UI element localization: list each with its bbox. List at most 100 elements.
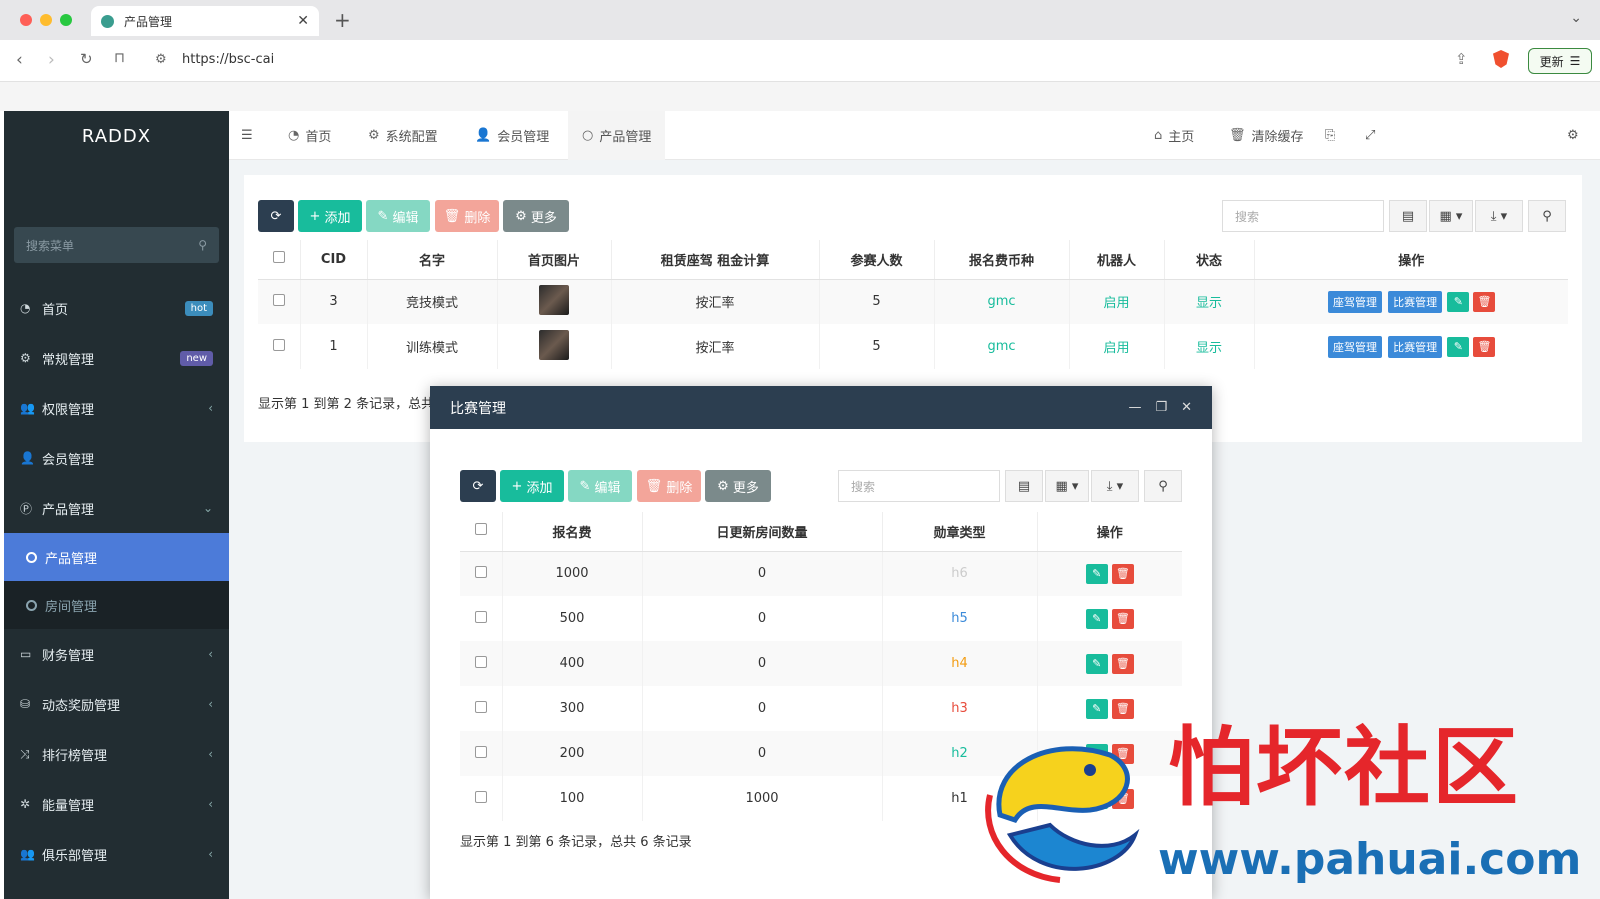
dialog-titlebar[interactable]: 比赛管理 — ❐ ✕ <box>430 386 1212 429</box>
toggle-view-button[interactable]: ▤ <box>1005 470 1043 502</box>
row-checkbox[interactable] <box>460 641 503 686</box>
new-tab-icon[interactable]: + <box>334 8 351 32</box>
edit-row-button[interactable]: ✎ <box>1447 292 1470 313</box>
maximize-window-button[interactable] <box>60 14 72 26</box>
row-checkbox[interactable] <box>460 596 503 641</box>
refresh-button[interactable]: ⟳ <box>258 200 294 232</box>
match-management-button[interactable]: 比赛管理 <box>1388 290 1443 313</box>
add-button[interactable]: + 添加 <box>298 200 362 232</box>
product-thumbnail[interactable] <box>539 284 569 315</box>
language-icon[interactable]: ⎘ <box>1325 111 1335 160</box>
sidebar-subitem-room-management[interactable]: 房间管理 <box>4 581 229 629</box>
delete-row-button[interactable]: 🗑 <box>1111 653 1134 674</box>
toggle-view-button[interactable]: ▤ <box>1389 200 1427 232</box>
search-button[interactable]: ⚲ <box>1144 470 1182 502</box>
export-button[interactable]: ⤓ ▾ <box>1091 470 1139 502</box>
export-button[interactable]: ⤓ ▾ <box>1475 200 1523 232</box>
tab-list-chevron-icon[interactable]: ⌄ <box>1570 10 1582 26</box>
sidebar-toggle-icon[interactable]: ☰ <box>241 111 253 160</box>
tab-product-management[interactable]: ○ 产品管理 <box>568 111 666 160</box>
update-button[interactable]: 更新 ☰ <box>1528 48 1592 74</box>
menu-search-input[interactable]: 搜索菜单 ⚲ <box>14 227 219 263</box>
select-all-checkbox[interactable] <box>460 512 503 552</box>
search-button[interactable]: ⚲ <box>1528 200 1566 232</box>
search-input[interactable]: 搜索 <box>1222 200 1384 232</box>
fullscreen-icon[interactable]: ⤢ <box>1365 111 1375 160</box>
sidebar-item-general[interactable]: ⚙ 常规管理 new <box>4 333 229 383</box>
row-checkbox[interactable] <box>460 551 503 596</box>
col-header[interactable]: CID <box>300 240 368 280</box>
home-link[interactable]: ⌂ 主页 <box>1154 111 1194 160</box>
refresh-button[interactable]: ⟳ <box>460 470 496 502</box>
add-button[interactable]: + 添加 <box>500 470 564 502</box>
sidebar-item-finance[interactable]: ▭ 财务管理 ‹ <box>4 629 229 679</box>
row-checkbox[interactable] <box>258 324 301 369</box>
tab-home[interactable]: ◔ 首页 <box>288 111 331 160</box>
cell-image[interactable] <box>497 324 612 369</box>
col-header[interactable]: 机器人 <box>1069 240 1165 280</box>
minimize-window-button[interactable] <box>40 14 52 26</box>
seat-management-button[interactable]: 座驾管理 <box>1328 290 1383 313</box>
back-icon[interactable]: ‹ <box>16 50 23 70</box>
columns-button[interactable]: ▦ ▾ <box>1429 200 1473 232</box>
row-checkbox[interactable] <box>460 776 503 821</box>
row-checkbox[interactable] <box>460 731 503 776</box>
sidebar-item-energy[interactable]: ✲ 能量管理 ‹ <box>4 779 229 829</box>
col-header[interactable]: 状态 <box>1164 240 1255 280</box>
cell-image[interactable] <box>497 279 612 324</box>
sidebar-item-members[interactable]: 👤 会员管理 <box>4 433 229 483</box>
cell-status[interactable]: 显示 <box>1164 279 1255 324</box>
col-header[interactable]: 日更新房间数量 <box>642 512 883 552</box>
col-header[interactable]: 首页图片 <box>497 240 612 280</box>
share-icon[interactable]: ⇪ <box>1455 50 1468 68</box>
sidebar-subitem-product-management[interactable]: 产品管理 <box>4 533 229 581</box>
sidebar-item-permissions[interactable]: 👥 权限管理 ‹ <box>4 383 229 433</box>
match-management-button[interactable]: 比赛管理 <box>1388 335 1443 358</box>
settings-cogs-icon[interactable]: ⚙ <box>1567 111 1579 160</box>
search-input[interactable]: 搜索 <box>838 470 1000 502</box>
edit-row-button[interactable]: ✎ <box>1085 653 1108 674</box>
seat-management-button[interactable]: 座驾管理 <box>1328 335 1383 358</box>
more-button[interactable]: ⚙ 更多 <box>705 470 771 502</box>
row-checkbox[interactable] <box>460 686 503 731</box>
sidebar-item-leaderboard[interactable]: ⤨ 排行榜管理 ‹ <box>4 729 229 779</box>
edit-row-button[interactable]: ✎ <box>1085 563 1108 584</box>
col-header[interactable]: 报名费币种 <box>934 240 1070 280</box>
close-window-button[interactable] <box>20 14 32 26</box>
maximize-icon[interactable]: ❐ <box>1155 400 1167 415</box>
close-tab-icon[interactable]: ✕ <box>297 13 309 29</box>
tab-system-config[interactable]: ⚙ 系统配置 <box>368 111 438 160</box>
minimize-icon[interactable]: — <box>1128 400 1141 415</box>
columns-button[interactable]: ▦ ▾ <box>1045 470 1089 502</box>
close-icon[interactable]: ✕ <box>1181 400 1192 415</box>
more-button[interactable]: ⚙ 更多 <box>503 200 569 232</box>
select-all-checkbox[interactable] <box>258 240 301 280</box>
clear-cache-button[interactable]: 🗑 清除缓存 <box>1229 111 1304 160</box>
col-header[interactable]: 租赁座驾 租金计算 <box>611 240 820 280</box>
row-checkbox[interactable] <box>258 279 301 324</box>
cell-status[interactable]: 显示 <box>1164 324 1255 369</box>
delete-row-button[interactable]: 🗑 <box>1111 563 1134 584</box>
reload-icon[interactable]: ↻ <box>80 50 93 68</box>
brave-shield-icon[interactable] <box>1493 50 1509 68</box>
col-header[interactable]: 参赛人数 <box>819 240 935 280</box>
delete-row-button[interactable]: 🗑 <box>1473 292 1496 313</box>
delete-row-button[interactable]: 🗑 <box>1111 608 1134 629</box>
col-header[interactable]: 名字 <box>367 240 498 280</box>
sidebar-item-home[interactable]: ◔ 首页 hot <box>4 283 229 333</box>
edit-button[interactable]: ✎ 编辑 <box>366 200 430 232</box>
url-field[interactable]: https://bsc-cai <box>182 52 274 67</box>
site-settings-icon[interactable]: ⚙ <box>155 52 167 67</box>
product-thumbnail[interactable] <box>539 329 569 360</box>
edit-row-button[interactable]: ✎ <box>1447 337 1470 357</box>
sidebar-item-dynamic-rewards[interactable]: ⛁ 动态奖励管理 ‹ <box>4 679 229 729</box>
edit-row-button[interactable]: ✎ <box>1085 698 1108 719</box>
edit-row-button[interactable]: ✎ <box>1085 608 1108 629</box>
col-header[interactable]: 勋章类型 <box>882 512 1038 552</box>
browser-tab[interactable]: 产品管理 ✕ <box>91 6 319 36</box>
col-header[interactable]: 报名费 <box>502 512 643 552</box>
edit-button[interactable]: ✎ 编辑 <box>568 470 632 502</box>
sidebar-item-products[interactable]: Ⓟ 产品管理 ⌄ <box>4 483 229 533</box>
forward-icon[interactable]: › <box>48 50 55 70</box>
cell-robot[interactable]: 启用 <box>1069 324 1165 369</box>
